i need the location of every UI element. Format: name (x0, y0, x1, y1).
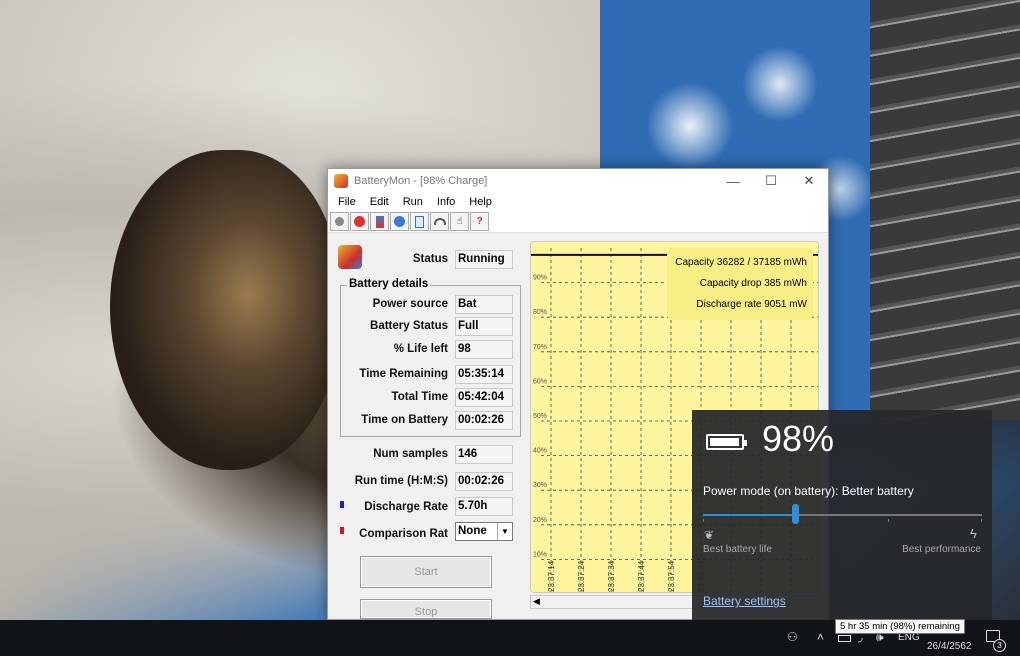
menu-edit[interactable]: Edit (364, 195, 395, 209)
menu-help[interactable]: Help (463, 195, 498, 209)
y-tick-label: 80% (533, 309, 547, 316)
chevron-down-icon: ▼ (497, 523, 512, 540)
x-tick-label: 23:37:44 (637, 560, 646, 592)
power-mode-slider-thumb[interactable] (792, 504, 800, 524)
chart-legend: Capacity 36282 / 37185 mWh Capacity drop… (667, 248, 813, 320)
power-mode-slider-fill (703, 514, 796, 516)
status-label: Status (412, 253, 448, 265)
legend-capacity: Capacity 36282 / 37185 mWh (675, 257, 807, 268)
battery-flyout: 98% Power mode (on battery): Better batt… (692, 410, 992, 622)
y-tick-label: 30% (533, 482, 547, 489)
wallpaper-station (870, 0, 1020, 420)
clipboard-icon[interactable] (410, 212, 429, 231)
discharge-rate-value: 5.70h (455, 497, 513, 516)
help-icon[interactable]: ? (470, 212, 489, 231)
x-tick-label: 23:37:54 (667, 560, 676, 592)
comparison-rate-label: Comparison Rat (359, 528, 448, 540)
comparison-color-marker (340, 527, 344, 534)
legend-capacity-drop: Capacity drop 385 mWh (699, 278, 807, 289)
comparison-select[interactable]: None ▼ (455, 522, 513, 541)
wallpaper-visor (110, 150, 340, 470)
app-icon (334, 174, 348, 188)
minimize-button[interactable]: — (714, 169, 752, 193)
taskbar-date[interactable]: 26/4/2562 (927, 641, 972, 652)
y-tick-label: 60% (533, 378, 547, 385)
people-icon[interactable]: ⚇ (787, 630, 798, 644)
taskbar-battery-icon[interactable] (838, 635, 851, 642)
stop-icon[interactable] (350, 212, 369, 231)
show-hidden-icons-chevron[interactable]: ˄ (817, 630, 824, 644)
globe-icon[interactable] (390, 212, 409, 231)
slider-tick (703, 519, 704, 522)
slider-tick (981, 519, 982, 522)
slider-tick (888, 519, 889, 522)
battery-details-title: Battery details (347, 278, 431, 290)
battery-percent: 98% (762, 418, 835, 459)
lightning-icon: ϟ (970, 526, 977, 541)
time-on-battery-value: 00:02:26 (455, 411, 513, 430)
toolbar: ☝ ? (328, 211, 828, 233)
menu-info[interactable]: Info (431, 195, 461, 209)
best-battery-life-label: Best battery life (703, 544, 772, 555)
battery-icon[interactable] (370, 212, 389, 231)
window-title: BatteryMon - [98% Charge] (354, 175, 488, 187)
power-source-label: Power source (372, 298, 448, 310)
battery-settings-link[interactable]: Battery settings (703, 594, 786, 608)
title-bar[interactable]: BatteryMon - [98% Charge] — ☐ ✕ (328, 169, 828, 193)
x-tick-label: 23:37:24 (577, 560, 586, 592)
record-icon[interactable] (330, 212, 349, 231)
status-value: Running (455, 250, 513, 269)
maximize-button[interactable]: ☐ (752, 169, 790, 193)
run-time-label: Run time (H:M:S) (354, 475, 448, 487)
time-remaining-value: 05:35:14 (455, 365, 513, 384)
notification-count: 3 (993, 639, 1006, 652)
legend-discharge-rate: Discharge rate 9051 mW (696, 299, 807, 310)
total-time-value: 05:42:04 (455, 388, 513, 407)
power-mode-label: Power mode (on battery): Better battery (703, 484, 914, 498)
y-tick-label: 90% (533, 275, 547, 282)
comparison-select-value: None (458, 525, 487, 537)
battery-status-value: Full (455, 317, 513, 336)
time-remaining-label: Time Remaining (359, 368, 448, 380)
battery-logo-icon (338, 245, 362, 269)
menu-bar: File Edit Run Info Help (328, 193, 828, 211)
discharge-rate-label: Discharge Rate (364, 501, 448, 513)
y-tick-label: 70% (533, 344, 547, 351)
battery-level-fill (710, 438, 740, 446)
life-left-label: % Life left (393, 343, 448, 355)
leaf-icon: ❦ (704, 528, 715, 542)
pointer-icon[interactable]: ☝ (450, 212, 469, 231)
gauge-icon[interactable] (430, 212, 449, 231)
x-tick-label: 23:37:34 (607, 560, 616, 592)
battery-tooltip: 5 hr 35 min (98%) remaining (835, 619, 965, 634)
num-samples-label: Num samples (373, 448, 448, 460)
run-time-value: 00:02:26 (455, 472, 513, 491)
menu-file[interactable]: File (332, 195, 362, 209)
close-button[interactable]: ✕ (790, 169, 828, 193)
discharge-color-marker (340, 501, 344, 508)
power-source-value: Bat (455, 295, 513, 314)
y-tick-label: 20% (533, 517, 547, 524)
battery-status-label: Battery Status (370, 320, 448, 332)
y-tick-label: 50% (533, 413, 547, 420)
scroll-left-icon[interactable]: ◀ (533, 596, 540, 607)
y-tick-label: 10% (533, 551, 547, 558)
battery-level-icon (706, 434, 747, 450)
x-tick-label: 23:37:14 (547, 560, 556, 592)
start-button[interactable]: Start (360, 556, 492, 588)
y-tick-label: 40% (533, 448, 547, 455)
num-samples-value: 146 (455, 445, 513, 464)
best-performance-label: Best performance (902, 544, 981, 555)
stop-button[interactable]: Stop (360, 599, 492, 619)
life-left-value: 98 (455, 340, 513, 359)
menu-run[interactable]: Run (397, 195, 429, 209)
total-time-label: Total Time (391, 391, 448, 403)
time-on-battery-label: Time on Battery (361, 414, 448, 426)
